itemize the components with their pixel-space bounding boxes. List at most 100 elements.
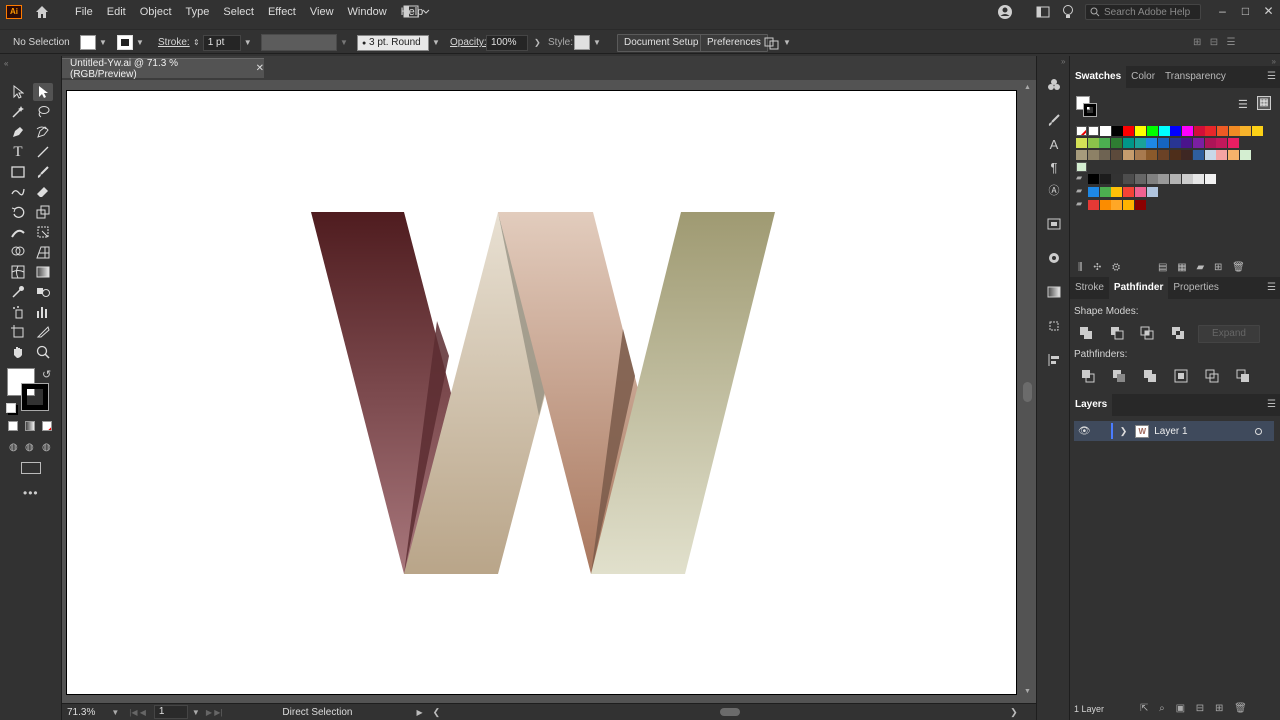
delete-layer-icon[interactable]: 🗑 [1234, 703, 1247, 714]
horizontal-scroll-thumb[interactable] [720, 708, 741, 716]
pen-tool-icon[interactable] [8, 123, 28, 141]
width-tool-icon[interactable] [8, 223, 28, 241]
default-colors-icon[interactable] [6, 403, 16, 413]
edit-toolbar-icon[interactable]: ••• [23, 486, 39, 500]
curvature-tool-icon[interactable] [33, 123, 53, 141]
search-help-field[interactable]: Search Adobe Help [1085, 4, 1201, 20]
new-sublayer-icon[interactable]: ⊟ [1196, 703, 1204, 714]
document-tab[interactable]: Untitled-Yw.ai @ 71.3 % (RGB/Preview) ✕ [62, 58, 264, 80]
color-swatch[interactable] [1157, 138, 1169, 148]
scroll-right-icon[interactable]: ❯ [1010, 707, 1018, 718]
color-swatch[interactable] [1146, 126, 1158, 136]
free-transform-tool-icon[interactable] [33, 223, 53, 241]
color-swatch[interactable] [1076, 150, 1087, 160]
color-swatch[interactable] [1228, 126, 1240, 136]
artboard[interactable] [66, 90, 1017, 695]
lightbulb-icon[interactable] [1062, 4, 1074, 20]
lasso-tool-icon[interactable] [33, 103, 53, 121]
folder-new-icon[interactable]: ▰ [1196, 262, 1204, 273]
color-swatch[interactable] [1088, 174, 1099, 184]
chevron-down-icon[interactable]: ▼ [136, 38, 144, 47]
minus-back-icon[interactable] [1236, 369, 1250, 383]
eraser-tool-icon[interactable] [33, 183, 53, 201]
align-panel-icon[interactable] [1045, 352, 1063, 368]
registration-swatch[interactable] [1088, 126, 1099, 136]
color-swatch[interactable] [1169, 150, 1181, 160]
panel-menu-icon[interactable]: ☰ [1226, 37, 1235, 48]
swatch-options-icon[interactable]: ⚙ [1112, 262, 1120, 273]
zoom-level[interactable]: 71.3% [67, 707, 95, 718]
color-swatch[interactable] [1134, 138, 1146, 148]
character-icon[interactable]: A [1045, 136, 1063, 152]
none-swatch[interactable] [1076, 126, 1087, 136]
brushes-icon[interactable] [1045, 112, 1063, 128]
vertical-scrollbar[interactable]: ▲ ▼ [1019, 80, 1036, 700]
swatch-libraries-icon[interactable]: ⫼ [1078, 262, 1083, 273]
color-swatch[interactable] [1111, 174, 1123, 184]
color-swatch[interactable] [1239, 150, 1251, 160]
color-swatch[interactable] [1100, 126, 1111, 136]
color-swatch[interactable] [1158, 126, 1170, 136]
color-group-icon[interactable]: ▤ [1158, 262, 1167, 273]
color-swatch[interactable] [1134, 174, 1146, 184]
color-swatch[interactable] [1111, 200, 1123, 210]
color-swatch[interactable] [1111, 126, 1123, 136]
color-mode-icon[interactable] [8, 421, 18, 431]
color-swatch[interactable] [1146, 138, 1158, 148]
color-swatch[interactable] [1205, 174, 1216, 184]
stroke-swatch[interactable] [117, 35, 133, 50]
color-swatch[interactable] [1216, 138, 1228, 148]
locate-object-icon[interactable]: ⌕ [1159, 703, 1165, 714]
variable-width-control[interactable]: ▼ [261, 30, 348, 55]
expand-layer-icon[interactable]: ❯ [1120, 426, 1128, 437]
selection-tool-icon[interactable] [8, 83, 28, 101]
color-swatch[interactable] [1252, 126, 1264, 136]
first-artboard-icon[interactable]: |◀ ◀ [129, 708, 146, 717]
arrange-documents-icon[interactable] [764, 36, 780, 50]
stroke-label[interactable]: Stroke: [158, 30, 190, 55]
color-swatch[interactable] [1122, 138, 1134, 148]
tab-layers[interactable]: Layers [1070, 394, 1113, 416]
new-swatch-icon[interactable]: ⊞ [1214, 262, 1222, 273]
opacity-input[interactable]: 100% [486, 34, 528, 51]
menu-file[interactable]: File [68, 0, 100, 24]
grid-view-icon[interactable]: ▦ [1257, 96, 1271, 110]
color-swatch[interactable] [1088, 187, 1099, 197]
draw-mode-icon[interactable]: ◍ [9, 442, 18, 453]
collapse-icon[interactable]: « [4, 59, 8, 68]
color-swatch[interactable] [1193, 174, 1205, 184]
opacity-control[interactable]: 100% ❯ [486, 30, 541, 55]
color-swatch[interactable] [1099, 174, 1111, 184]
fill-swatch[interactable] [80, 35, 96, 50]
clipping-mask-icon[interactable]: ▣ [1176, 703, 1185, 714]
color-swatch[interactable] [1088, 200, 1099, 210]
chevron-down-icon[interactable]: ▼ [244, 38, 252, 47]
color-swatch[interactable] [1087, 150, 1099, 160]
color-swatch[interactable] [1193, 150, 1204, 160]
color-swatch[interactable] [1099, 200, 1111, 210]
stepper-icon[interactable]: ⇕ [193, 38, 200, 47]
color-swatch[interactable] [1228, 138, 1240, 148]
paragraph-icon[interactable]: ¶ [1045, 159, 1063, 175]
tab-properties[interactable]: Properties [1168, 277, 1224, 299]
hand-tool-icon[interactable] [8, 343, 28, 361]
scroll-up-icon[interactable]: ▲ [1024, 84, 1031, 91]
visibility-eye-icon[interactable]: 👁 [1078, 426, 1091, 437]
color-swatch[interactable] [1181, 126, 1193, 136]
style-swatch[interactable] [574, 35, 590, 50]
brush-definition[interactable]: ● 3 pt. Round [357, 34, 429, 51]
panel-toggle-icon[interactable] [1036, 4, 1050, 20]
preferences-button[interactable]: Preferences [700, 33, 768, 52]
color-swatch[interactable] [1111, 187, 1123, 197]
color-swatch[interactable] [1123, 174, 1135, 184]
color-swatch[interactable] [1087, 138, 1099, 148]
menu-type[interactable]: Type [179, 0, 217, 24]
brush-control[interactable]: ● 3 pt. Round ▼ [357, 30, 440, 55]
chevron-down-icon[interactable]: ▼ [432, 38, 440, 47]
rectangle-tool-icon[interactable] [8, 163, 28, 181]
stroke-weight-control[interactable]: ⇕ 1 pt ▼ [193, 30, 252, 55]
style-control[interactable]: ▼ [574, 30, 601, 55]
panel-menu-icon[interactable]: ☰ [1267, 71, 1276, 82]
color-swatch[interactable] [1099, 150, 1111, 160]
last-artboard-icon[interactable]: ▶ ▶| [206, 708, 223, 717]
